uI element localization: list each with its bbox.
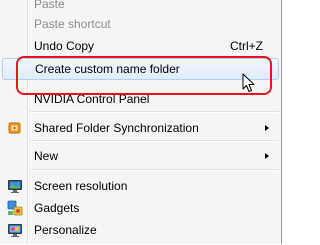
menu-item-new[interactable]: New	[2, 145, 279, 167]
menu-item-gadgets[interactable]: Gadgets	[2, 197, 279, 219]
menu-item-undo-copy[interactable]: Undo Copy Ctrl+Z	[2, 35, 279, 57]
menu-item-screen-resolution[interactable]: Screen resolution	[2, 175, 279, 197]
mouse-cursor-icon	[242, 73, 255, 98]
personalize-icon	[7, 222, 23, 238]
menu-item-label: New	[34, 149, 59, 163]
menu-item-shortcut: Ctrl+Z	[230, 39, 263, 53]
sync-icon	[7, 120, 23, 136]
menu-separator	[30, 111, 279, 113]
gadgets-icon	[7, 200, 23, 216]
menu-item-label: Paste shortcut	[34, 17, 111, 31]
menu-item-label: Gadgets	[34, 201, 80, 215]
menu-item-label: Personalize	[34, 223, 97, 237]
submenu-arrow-icon	[265, 153, 269, 159]
submenu-arrow-icon	[265, 125, 269, 131]
menu-item-paste-shortcut[interactable]: Paste shortcut	[2, 13, 279, 35]
menu-item-shared-folder-sync[interactable]: Shared Folder Synchronization	[2, 117, 279, 139]
monitor-icon	[7, 178, 23, 194]
context-menu: Paste Paste shortcut Undo Copy Ctrl+Z Cr…	[0, 0, 282, 244]
menu-item-label: Screen resolution	[34, 179, 128, 193]
menu-item-personalize[interactable]: Personalize	[2, 219, 279, 241]
menu-separator	[30, 140, 279, 142]
menu-item-label: Undo Copy	[34, 39, 95, 53]
highlight-annotation	[16, 56, 272, 95]
menu-item-label: Shared Folder Synchronization	[34, 121, 199, 135]
menu-separator	[30, 169, 279, 171]
